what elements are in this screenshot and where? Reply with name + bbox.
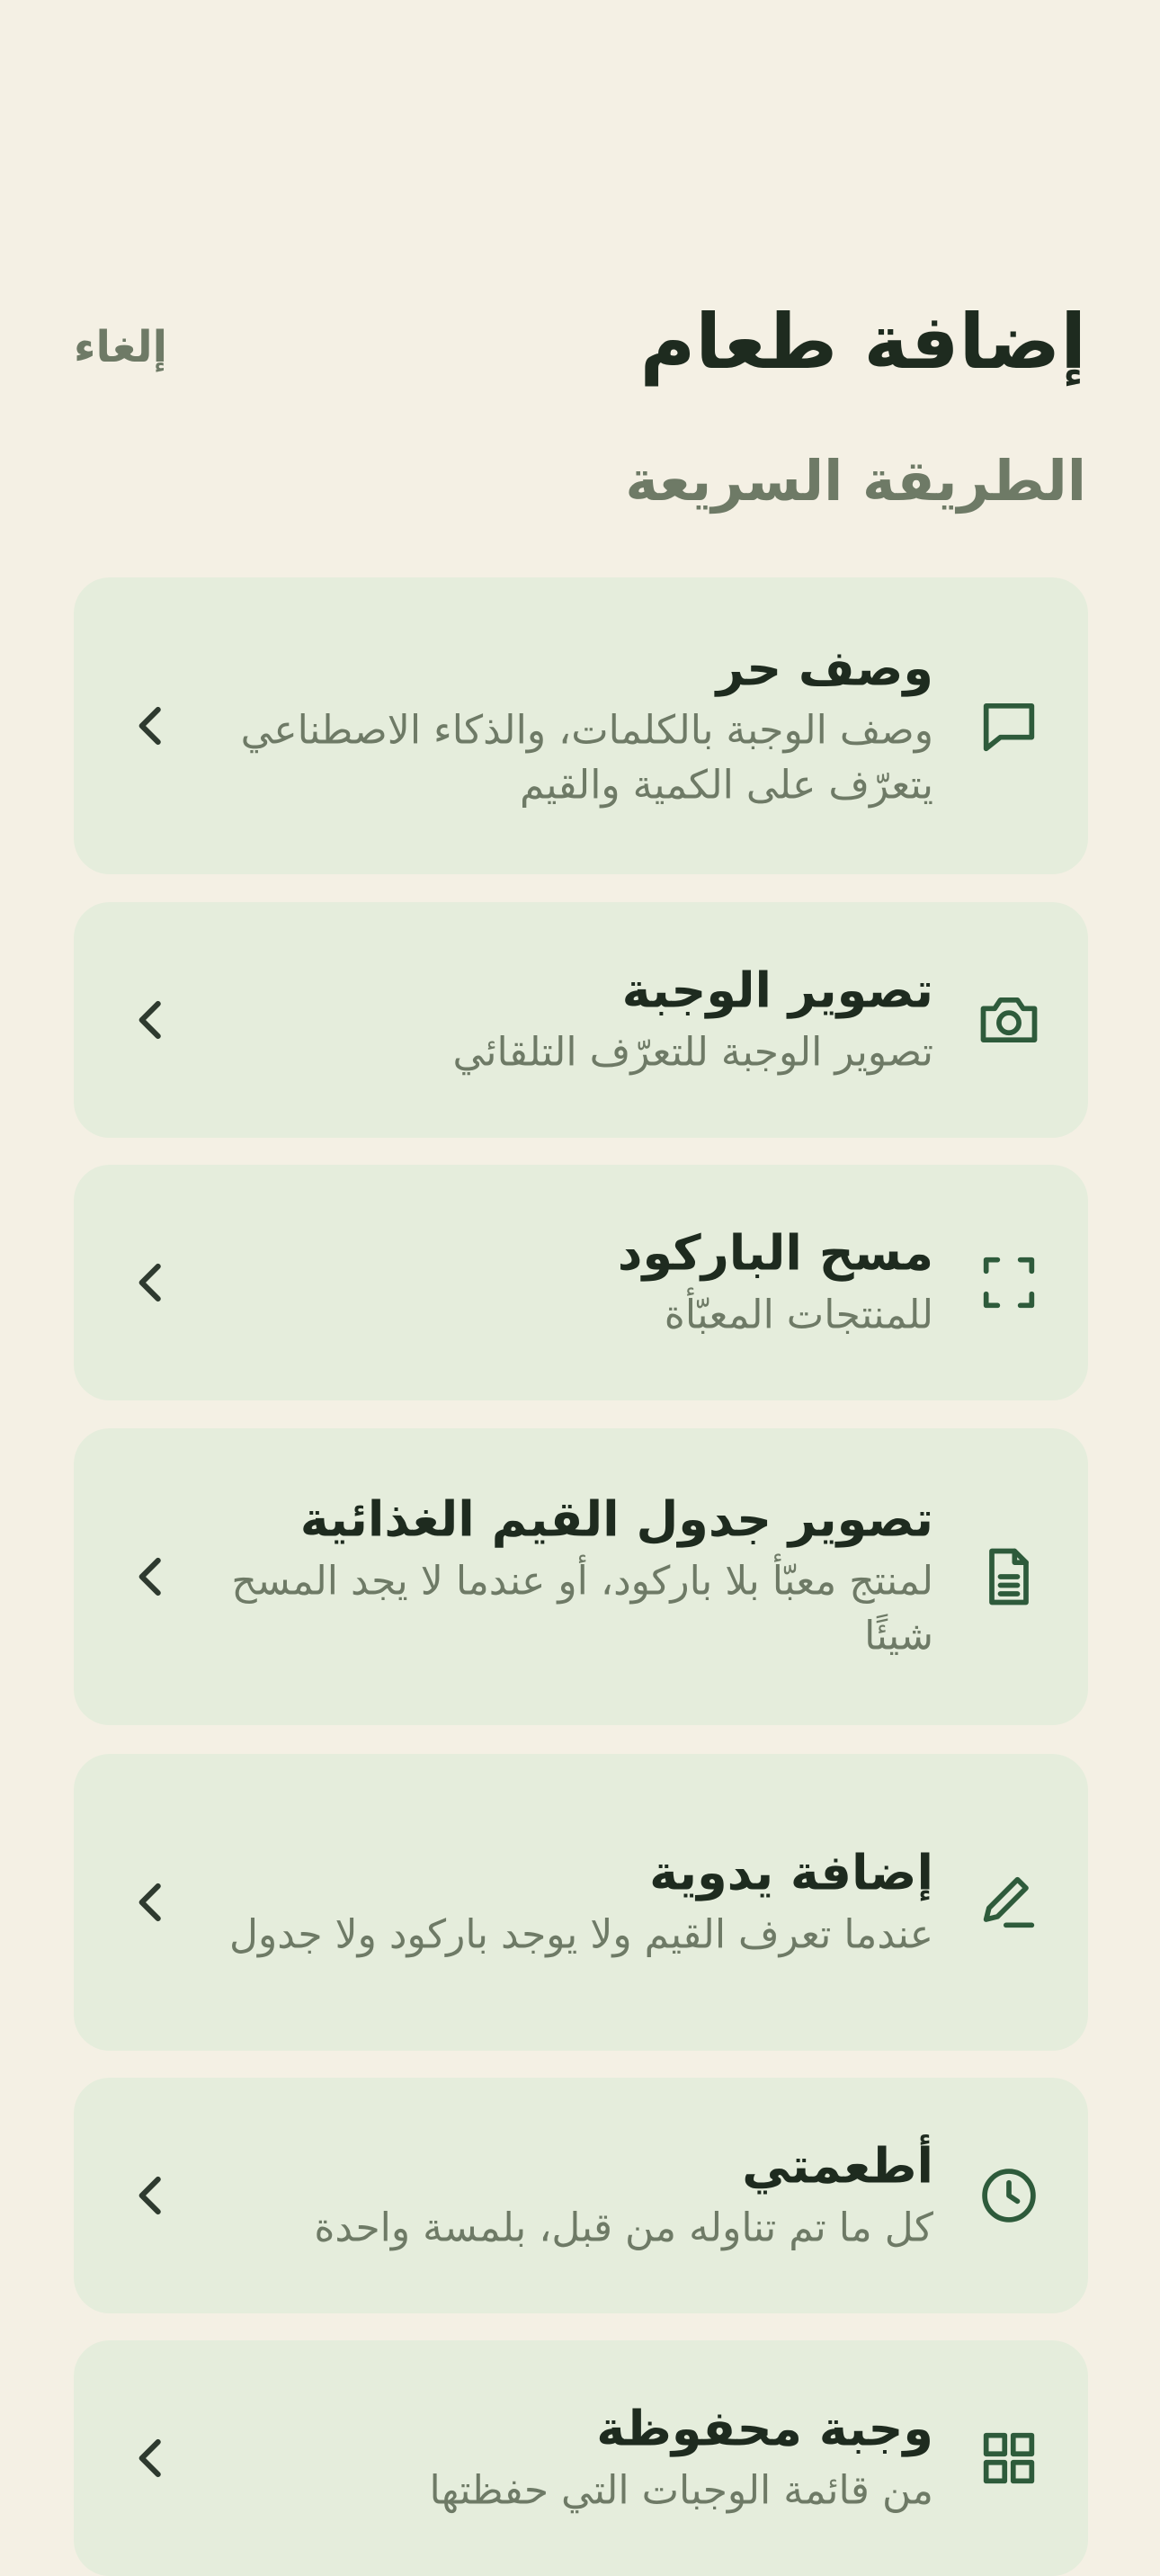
header: إضافة طعام إلغاء	[74, 288, 1086, 414]
option-title: تصوير الوجبة	[621, 962, 933, 1019]
option-free-description[interactable]: وصف حر وصف الوجبة بالكلمات، والذكاء الاص…	[74, 577, 1088, 874]
option-photo-meal[interactable]: تصوير الوجبة تصوير الوجبة للتعرّف التلقا…	[74, 902, 1088, 1138]
chevron-left-icon	[135, 997, 167, 1043]
scan-frame-icon	[975, 1248, 1043, 1317]
chevron-left-icon	[135, 1879, 167, 1926]
chevron-left-icon	[135, 1553, 167, 1600]
option-manual-entry[interactable]: إضافة يدوية عندما تعرف القيم ولا يوجد با…	[74, 1754, 1088, 2051]
chevron-left-icon	[135, 1259, 167, 1306]
option-description: لمنتج معبّأ بلا باركود، أو عندما لا يجد …	[231, 1558, 933, 1659]
option-title: وصف حر	[716, 640, 933, 697]
grid-icon	[975, 2424, 1043, 2492]
option-title: تصوير جدول القيم الغذائية	[299, 1490, 933, 1548]
clock-icon	[975, 2161, 1043, 2230]
option-title: أطعمتي	[742, 2137, 933, 2195]
document-icon	[975, 1543, 1043, 1611]
option-description: للمنتجات المعبّأة	[664, 1291, 933, 1337]
option-description: من قائمة الوجبات التي حفظتها	[429, 2466, 933, 2513]
option-text: وصف حر وصف الوجبة بالكلمات، والذكاء الاص…	[173, 639, 933, 814]
option-saved-meal[interactable]: وجبة محفوظة من قائمة الوجبات التي حفظتها	[74, 2340, 1088, 2576]
option-text: وجبة محفوظة من قائمة الوجبات التي حفظتها	[173, 2398, 933, 2518]
option-text: مسح الباركود للمنتجات المعبّأة	[173, 1222, 933, 1342]
option-description: تصوير الوجبة للتعرّف التلقائي	[452, 1028, 933, 1075]
section-title: الطريقة السريعة	[625, 448, 1086, 514]
chat-bubble-icon	[975, 692, 1043, 760]
option-scan-barcode[interactable]: مسح الباركود للمنتجات المعبّأة	[74, 1165, 1088, 1400]
option-text: أطعمتي كل ما تم تناوله من قبل، بلمسة واح…	[173, 2135, 933, 2255]
option-text: تصوير جدول القيم الغذائية لمنتج معبّأ بل…	[173, 1489, 933, 1665]
option-description: كل ما تم تناوله من قبل، بلمسة واحدة	[314, 2204, 933, 2250]
camera-icon	[975, 986, 1043, 1054]
option-description: وصف الوجبة بالكلمات، والذكاء الاصطناعي ي…	[240, 707, 933, 809]
chevron-left-icon	[135, 702, 167, 749]
option-my-foods[interactable]: أطعمتي كل ما تم تناوله من قبل، بلمسة واح…	[74, 2078, 1088, 2313]
chevron-left-icon	[135, 2172, 167, 2219]
pencil-icon	[975, 1868, 1043, 1936]
option-text: إضافة يدوية عندما تعرف القيم ولا يوجد با…	[173, 1842, 933, 1962]
option-description: عندما تعرف القيم ولا يوجد باركود ولا جدو…	[229, 1910, 933, 1957]
option-title: إضافة يدوية	[649, 1844, 933, 1901]
option-title: مسح الباركود	[617, 1224, 933, 1282]
cancel-button[interactable]: إلغاء	[74, 322, 167, 374]
chevron-left-icon	[135, 2435, 167, 2482]
option-nutrition-table[interactable]: تصوير جدول القيم الغذائية لمنتج معبّأ بل…	[74, 1428, 1088, 1725]
page-title: إضافة طعام	[639, 298, 1086, 386]
option-title: وجبة محفوظة	[596, 2400, 933, 2457]
option-text: تصوير الوجبة تصوير الوجبة للتعرّف التلقا…	[173, 960, 933, 1079]
